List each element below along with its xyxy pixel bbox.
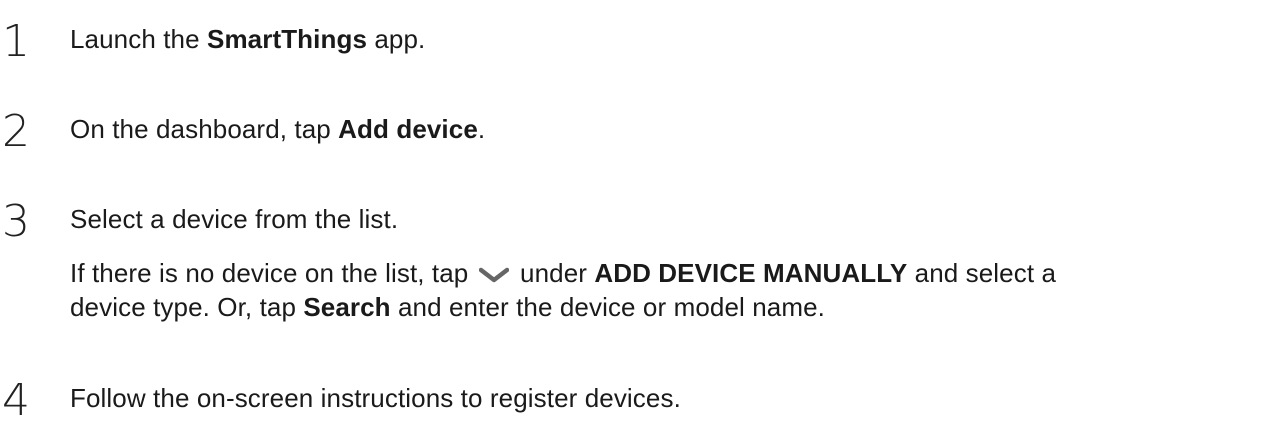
step-number: 3 <box>2 196 30 247</box>
add-device-manually-label: ADD DEVICE MANUALLY <box>594 258 908 288</box>
step-note: If there is no device on the list, tap u… <box>70 257 1056 325</box>
step-text: Launch the SmartThings app. <box>70 23 425 57</box>
step-number: 1 <box>2 16 30 67</box>
step-text-post: app. <box>367 24 426 54</box>
step-text: On the dashboard, tap Add device. <box>70 113 485 147</box>
search-label: Search <box>303 291 391 322</box>
app-name: SmartThings <box>207 24 368 54</box>
note-text: and select a <box>907 258 1057 288</box>
step-text-pre: Launch the <box>70 24 207 54</box>
step-text: Select a device from the list. <box>70 204 399 234</box>
chevron-down-icon <box>478 267 509 283</box>
note-text: and enter the device or model name. <box>390 291 825 322</box>
step-note-line-2: device type. Or, tap Search and enter th… <box>70 291 1056 325</box>
step-number: 4 <box>2 375 30 426</box>
note-text: device type. Or, tap <box>70 291 304 322</box>
step-text: Follow the on-screen instructions to reg… <box>70 383 681 413</box>
add-device-label: Add device <box>338 114 478 144</box>
step-note-line-1: If there is no device on the list, tap u… <box>70 257 1056 291</box>
note-text: under <box>512 258 595 288</box>
note-text: If there is no device on the list, tap <box>70 258 469 288</box>
step-text-pre: On the dashboard, tap <box>70 114 339 144</box>
step-number: 2 <box>2 106 30 157</box>
step-text-post: . <box>477 114 486 144</box>
